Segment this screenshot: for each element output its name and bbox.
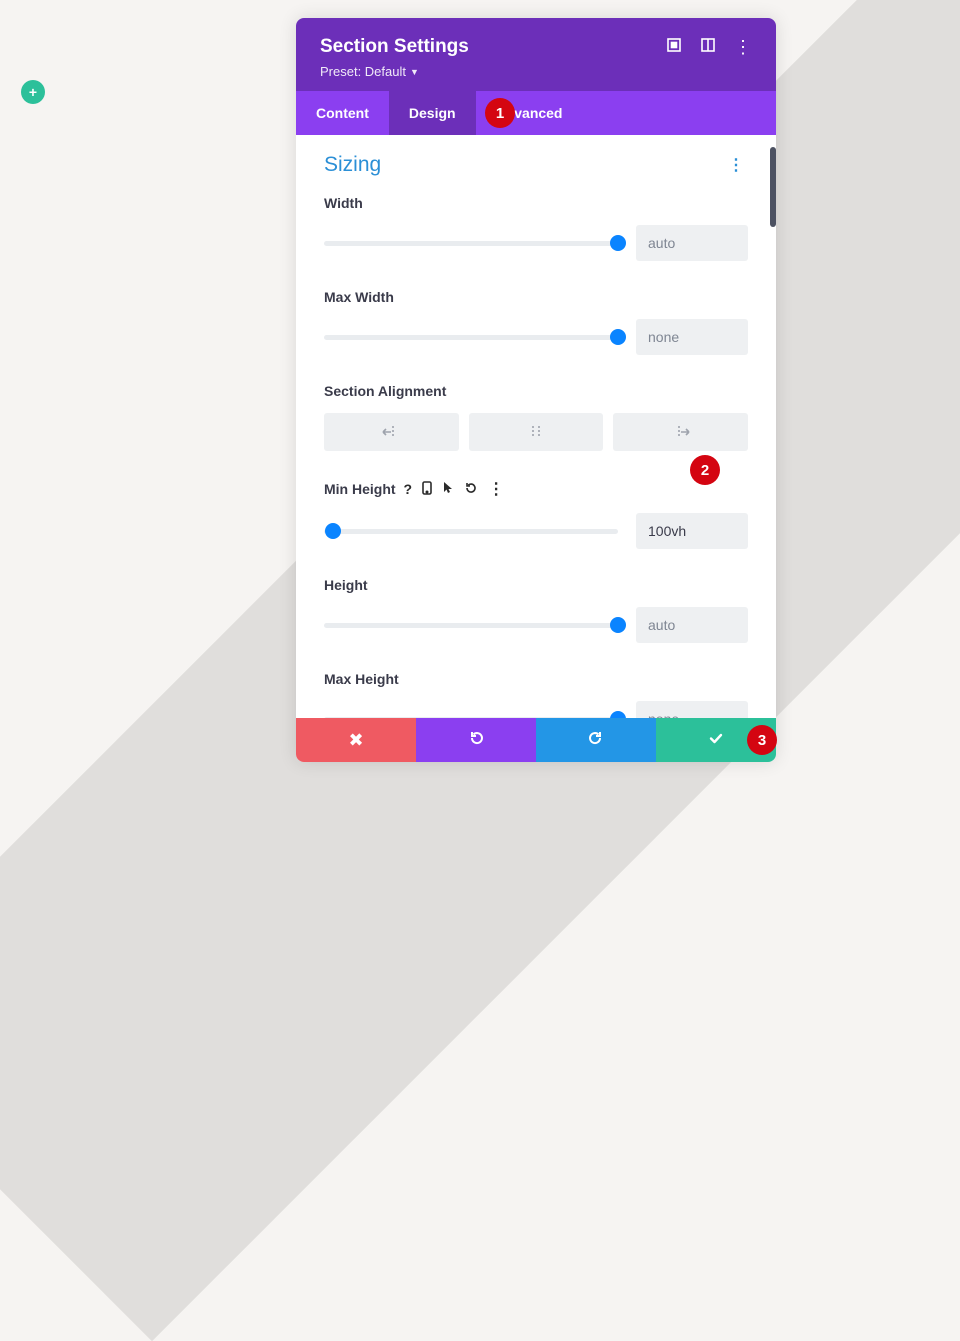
height-control: Height auto	[324, 577, 748, 643]
max-width-value[interactable]: none	[636, 319, 748, 355]
min-height-slider[interactable]	[324, 524, 618, 538]
annotation-badge-3: 3	[747, 725, 777, 755]
width-label: Width	[324, 195, 748, 211]
height-slider[interactable]	[324, 618, 618, 632]
max-width-slider[interactable]	[324, 330, 618, 344]
snap-icon[interactable]	[700, 37, 716, 58]
width-slider[interactable]	[324, 236, 618, 250]
undo-icon	[467, 729, 485, 752]
align-left-button[interactable]	[324, 413, 459, 451]
sizing-section-title: Sizing	[324, 153, 724, 177]
scrollbar-thumb[interactable]	[770, 147, 776, 227]
height-label: Height	[324, 577, 748, 593]
hover-icon[interactable]	[442, 481, 454, 498]
check-icon	[707, 729, 725, 752]
modal-body: Sizing ⋮ Width auto Max Width non	[296, 135, 776, 718]
device-icon[interactable]	[422, 481, 432, 498]
alignment-control: Section Alignment	[324, 383, 748, 451]
max-height-control: Max Height none	[324, 671, 748, 718]
max-width-control: Max Width none	[324, 289, 748, 355]
min-height-kebab-icon[interactable]: ⋮	[488, 479, 504, 499]
max-height-value[interactable]: none	[636, 701, 748, 718]
section-settings-modal: Section Settings ⋮ Preset: Default ▼ Con…	[296, 18, 776, 762]
height-value[interactable]: auto	[636, 607, 748, 643]
annotation-badge-1: 1	[485, 98, 515, 128]
redo-button[interactable]	[536, 718, 656, 762]
min-height-control: Min Height ? ⋮	[324, 479, 748, 549]
plus-icon: +	[29, 84, 37, 100]
preset-selector[interactable]: Preset: Default ▼	[320, 64, 752, 79]
modal-title: Section Settings	[320, 36, 666, 58]
help-icon[interactable]: ?	[404, 481, 413, 497]
expand-icon[interactable]	[666, 37, 682, 58]
undo-button[interactable]	[416, 718, 536, 762]
modal-header: Section Settings ⋮ Preset: Default ▼	[296, 18, 776, 91]
max-height-slider[interactable]	[324, 712, 618, 718]
reset-icon[interactable]	[464, 481, 478, 498]
tab-design[interactable]: Design	[389, 91, 476, 135]
width-control: Width auto	[324, 195, 748, 261]
close-button[interactable]: ✖	[296, 718, 416, 762]
redo-icon	[587, 729, 605, 752]
sizing-kebab-icon[interactable]: ⋮	[724, 155, 748, 175]
annotation-badge-2: 2	[690, 455, 720, 485]
modal-footer: ✖	[296, 718, 776, 762]
alignment-label: Section Alignment	[324, 383, 748, 399]
align-center-button[interactable]	[469, 413, 604, 451]
add-section-button[interactable]: +	[21, 80, 45, 104]
tab-bar: Content Design Advanced	[296, 91, 776, 135]
kebab-icon[interactable]: ⋮	[734, 41, 752, 53]
caret-down-icon: ▼	[410, 67, 419, 77]
max-width-label: Max Width	[324, 289, 748, 305]
tab-content[interactable]: Content	[296, 91, 389, 135]
min-height-value[interactable]: 100vh	[636, 513, 748, 549]
align-right-button[interactable]	[613, 413, 748, 451]
max-height-label: Max Height	[324, 671, 748, 687]
width-value[interactable]: auto	[636, 225, 748, 261]
close-icon: ✖	[348, 730, 363, 751]
min-height-label: Min Height	[324, 481, 396, 497]
